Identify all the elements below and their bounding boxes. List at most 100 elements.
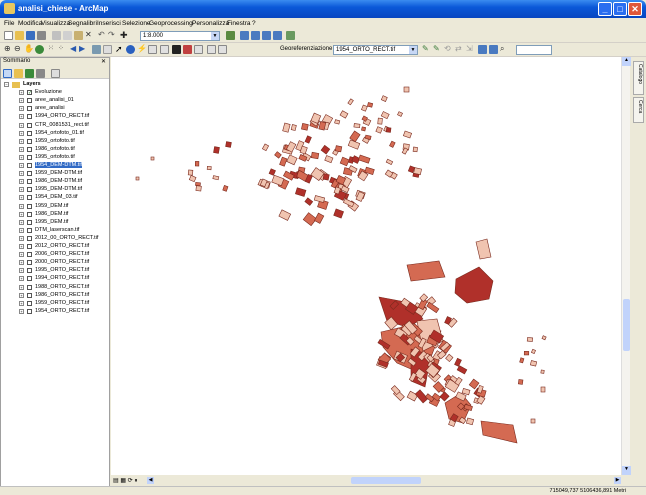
vertical-scrollbar[interactable]: ▲ ▼	[621, 57, 631, 475]
layer-visibility-checkbox[interactable]	[27, 284, 32, 290]
toc-close-icon[interactable]: ✕	[101, 58, 106, 65]
redo-icon[interactable]: ↷	[108, 31, 117, 40]
layer-visibility-checkbox[interactable]	[27, 203, 32, 209]
layer-visibility-checkbox[interactable]	[27, 138, 32, 144]
expand-icon[interactable]: +	[19, 308, 24, 314]
layer-visibility-checkbox[interactable]	[27, 268, 32, 274]
layer-visibility-checkbox[interactable]	[27, 276, 32, 282]
expand-icon[interactable]: +	[19, 227, 24, 233]
expand-icon[interactable]: +	[19, 252, 24, 258]
fixed-zoom-in-icon[interactable]: ⁙	[48, 45, 57, 54]
search-tab[interactable]: Cerca	[633, 97, 644, 123]
georef-layer-combo[interactable]: 1954_ORTO_RECT.tif ▼	[333, 45, 418, 55]
horizontal-scrollbar[interactable]: ▤ ▦ ⟳ ⏸ ◀ ▶	[111, 476, 630, 485]
zoom-in-icon[interactable]: ⊕	[4, 45, 13, 54]
menu-modifica[interactable]: Modifica	[18, 20, 42, 27]
maximize-button[interactable]: □	[613, 2, 627, 16]
layer-visibility-checkbox[interactable]	[27, 235, 32, 241]
link-table-icon[interactable]	[478, 45, 487, 54]
fixed-zoom-out-icon[interactable]: ⁘	[58, 45, 67, 54]
layer-visibility-checkbox[interactable]	[27, 171, 32, 177]
expand-icon[interactable]: +	[19, 163, 24, 168]
layer-visibility-checkbox[interactable]	[27, 179, 32, 185]
layer-visibility-checkbox[interactable]	[27, 187, 32, 193]
expand-icon[interactable]: +	[19, 130, 24, 136]
layer-visibility-checkbox[interactable]	[27, 195, 32, 201]
scroll-right-icon[interactable]: ▶	[614, 477, 621, 484]
layer-visibility-checkbox[interactable]	[27, 122, 32, 128]
add-control-points-icon[interactable]: ✎	[422, 45, 431, 54]
expand-icon[interactable]: +	[19, 138, 24, 144]
menu-segnalibri[interactable]: Segnalibri	[68, 20, 97, 27]
copy-icon[interactable]	[63, 31, 72, 40]
forward-icon[interactable]: ▶	[79, 45, 88, 54]
zoom-out-icon[interactable]: ⊖	[14, 45, 23, 54]
measure-icon[interactable]	[160, 45, 169, 54]
expand-icon[interactable]: +	[19, 106, 24, 112]
expand-icon[interactable]: +	[19, 90, 24, 96]
horizontal-scroll-thumb[interactable]	[351, 477, 421, 484]
expand-icon[interactable]: +	[19, 179, 24, 185]
expand-icon[interactable]: +	[19, 122, 24, 128]
list-by-selection-icon[interactable]	[36, 69, 45, 78]
layer-visibility-checkbox[interactable]	[27, 292, 32, 298]
catalog-tab[interactable]: Catalogo	[633, 61, 644, 95]
expand-icon[interactable]: +	[19, 260, 24, 266]
layer-visibility-checkbox[interactable]	[27, 260, 32, 266]
menu-file[interactable]: File	[4, 20, 14, 27]
create-viewer-icon[interactable]	[218, 45, 227, 54]
menu-help[interactable]: ?	[252, 20, 256, 27]
find-route-icon[interactable]	[183, 45, 192, 54]
menu-selezione[interactable]: Selezione	[122, 20, 151, 27]
viewer-icon[interactable]	[489, 45, 498, 54]
expand-icon[interactable]: +	[19, 187, 24, 193]
layer-visibility-checkbox[interactable]	[27, 154, 32, 160]
toolbar-search-field[interactable]	[516, 45, 552, 55]
list-by-visibility-icon[interactable]	[25, 69, 34, 78]
layer-visibility-checkbox[interactable]	[27, 114, 32, 120]
layer-visibility-checkbox[interactable]	[27, 219, 32, 225]
catalog-icon[interactable]	[251, 31, 260, 40]
layer-visibility-checkbox[interactable]	[27, 211, 32, 217]
magnifier-icon[interactable]: ⌕	[500, 45, 509, 54]
go-to-xy-icon[interactable]	[194, 45, 203, 54]
expand-icon[interactable]: +	[19, 211, 24, 217]
georef-label[interactable]: Georeferenziazione	[280, 46, 332, 52]
menu-visualizza[interactable]: Visualizza	[41, 20, 70, 27]
arctoolbox-icon[interactable]	[273, 31, 282, 40]
collapse-icon[interactable]: −	[4, 82, 9, 87]
expand-icon[interactable]: +	[19, 171, 24, 177]
georef-shift-icon[interactable]: ⇄	[455, 45, 464, 54]
table-icon[interactable]	[240, 31, 249, 40]
paste-icon[interactable]	[74, 31, 83, 40]
print-icon[interactable]	[37, 31, 46, 40]
georef-tool-icon[interactable]: ✎	[433, 45, 442, 54]
search-window-icon[interactable]	[262, 31, 271, 40]
layer-visibility-checkbox[interactable]	[27, 308, 32, 314]
pan-icon[interactable]: ✋	[24, 45, 34, 54]
expand-icon[interactable]: +	[19, 114, 24, 120]
menu-inserisci[interactable]: Inserisci	[97, 20, 121, 27]
open-icon[interactable]	[15, 31, 24, 40]
layer-visibility-checkbox[interactable]	[27, 300, 32, 306]
html-popup-icon[interactable]	[148, 45, 157, 54]
scroll-up-icon[interactable]: ▲	[622, 57, 631, 66]
layer-visibility-checkbox[interactable]	[27, 244, 32, 249]
expand-icon[interactable]: +	[19, 195, 24, 201]
georef-rotate-icon[interactable]: ⟲	[444, 45, 453, 54]
list-by-drawing-order-icon[interactable]	[3, 69, 12, 78]
scale-combo[interactable]: 1:8.000 ▼	[140, 31, 220, 41]
save-icon[interactable]	[26, 31, 35, 40]
expand-icon[interactable]: +	[19, 98, 24, 104]
expand-icon[interactable]: +	[19, 219, 24, 225]
select-elements-icon[interactable]: ➚	[115, 45, 124, 54]
identify-icon[interactable]	[126, 45, 135, 54]
menu-personalizza[interactable]: Personalizza	[192, 20, 229, 27]
expand-icon[interactable]: +	[19, 235, 24, 241]
expand-icon[interactable]: +	[19, 276, 24, 282]
layer-visibility-checkbox[interactable]	[27, 98, 32, 104]
expand-icon[interactable]: +	[19, 146, 24, 152]
undo-icon[interactable]: ↶	[98, 31, 107, 40]
layer-visibility-checkbox[interactable]	[27, 227, 32, 233]
minimize-button[interactable]: _	[598, 2, 612, 16]
